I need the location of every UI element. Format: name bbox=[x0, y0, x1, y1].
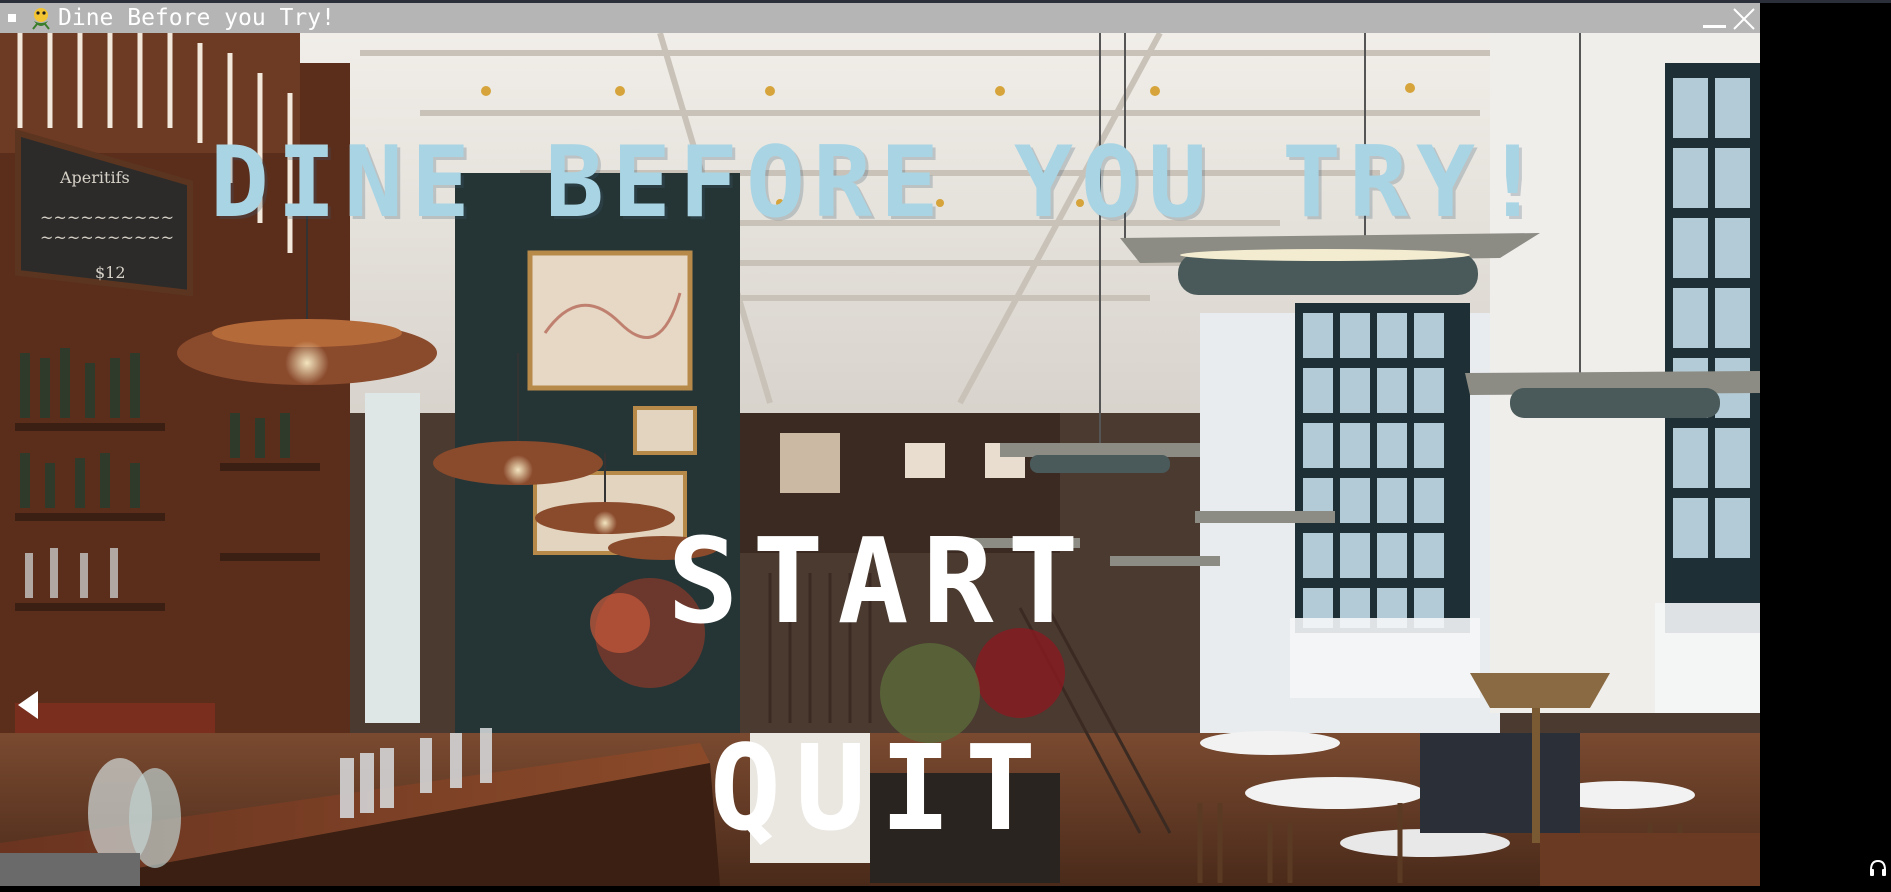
back-arrow-icon bbox=[18, 691, 38, 719]
window-title: Dine Before you Try! bbox=[58, 5, 335, 31]
game-title: DINE BEFORE YOU TRY! bbox=[209, 126, 1551, 240]
window-titlebar[interactable]: Dine Before you Try! bbox=[0, 3, 1760, 33]
minimize-icon[interactable] bbox=[1703, 25, 1726, 28]
desktop-screen: Dine Before you Try! Aperitifs ~~~~~~~~~… bbox=[0, 0, 1891, 892]
quit-button[interactable]: QUIT bbox=[0, 728, 1760, 848]
window-menu-icon[interactable] bbox=[8, 14, 16, 22]
start-button[interactable]: START bbox=[0, 521, 1760, 641]
close-icon[interactable] bbox=[1731, 6, 1757, 32]
game-canvas[interactable]: Aperitifs ~~~~~~~~~~ ~~~~~~~~~~ $12 DINE… bbox=[0, 33, 1760, 886]
svg-text:$12: $12 bbox=[95, 263, 126, 282]
pygame-snake-icon bbox=[32, 8, 50, 30]
game-window: Dine Before you Try! Aperitifs ~~~~~~~~~… bbox=[0, 3, 1760, 886]
headset-icon[interactable] bbox=[1868, 858, 1888, 878]
